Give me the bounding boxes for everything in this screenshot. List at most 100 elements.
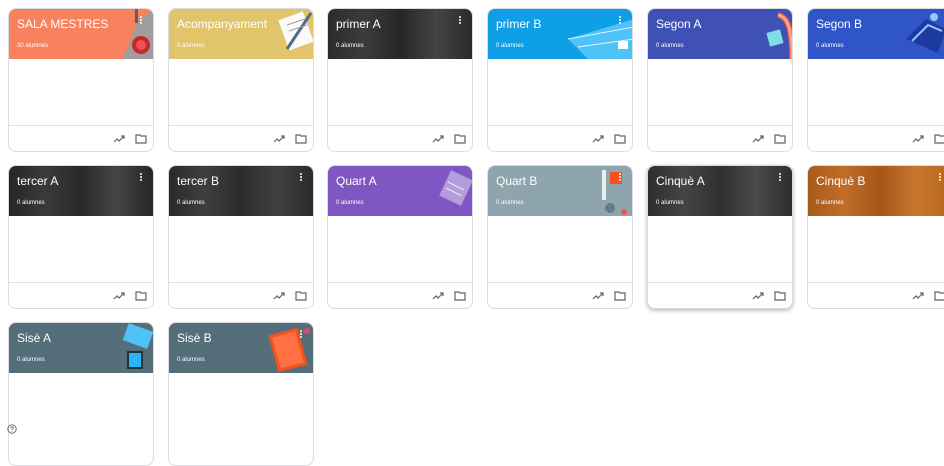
class-banner-art	[906, 13, 944, 53]
class-title[interactable]: Sisè A	[17, 331, 51, 345]
card-footer	[9, 282, 153, 308]
trending-up-icon[interactable]	[752, 134, 764, 144]
trending-up-icon[interactable]	[273, 134, 285, 144]
trending-up-icon[interactable]	[592, 134, 604, 144]
class-title[interactable]: Acompanyament	[177, 17, 267, 31]
trending-up-icon[interactable]	[752, 291, 764, 301]
class-banner-art	[602, 170, 627, 215]
class-card[interactable]: Quart A 0 alumnes	[327, 165, 473, 309]
class-grid: SALA MESTRES 30 alumnes Acompanyament 0 …	[8, 8, 944, 466]
class-card[interactable]: Segon B 0 alumnes	[807, 8, 944, 152]
class-card[interactable]: tercer A 0 alumnes	[8, 165, 154, 309]
class-card-header[interactable]: primer B 0 alumnes	[488, 9, 632, 59]
folder-icon[interactable]	[614, 291, 626, 301]
student-count: 0 alumnes	[336, 200, 364, 206]
folder-icon[interactable]	[295, 134, 307, 144]
class-title[interactable]: tercer A	[17, 174, 58, 188]
folder-icon[interactable]	[934, 291, 944, 301]
card-footer	[648, 282, 792, 308]
class-card[interactable]: Sisè B 0 alumnes	[168, 322, 314, 466]
card-footer	[808, 282, 944, 308]
class-card[interactable]: Quart B 0 alumnes	[487, 165, 633, 309]
class-title[interactable]: Cinquè B	[816, 174, 865, 188]
class-card-header[interactable]: tercer B 0 alumnes	[169, 166, 313, 216]
class-card[interactable]: primer A 0 alumnes	[327, 8, 473, 152]
more-vert-icon[interactable]	[616, 172, 624, 186]
class-card-header[interactable]: tercer A 0 alumnes	[9, 166, 153, 216]
trending-up-icon[interactable]	[113, 291, 125, 301]
more-vert-icon[interactable]	[297, 329, 305, 343]
class-card[interactable]: tercer B 0 alumnes	[168, 165, 314, 309]
class-card-header[interactable]: Sisè B 0 alumnes	[169, 323, 313, 373]
class-card[interactable]: Cinquè B 0 alumnes	[807, 165, 944, 309]
class-card-header[interactable]: Sisè A 0 alumnes	[9, 323, 153, 373]
more-vert-icon[interactable]	[137, 172, 145, 186]
card-footer	[9, 125, 153, 151]
class-card[interactable]: SALA MESTRES 30 alumnes	[8, 8, 154, 152]
card-footer	[169, 125, 313, 151]
card-footer	[169, 282, 313, 308]
folder-icon[interactable]	[774, 134, 786, 144]
student-count: 0 alumnes	[17, 200, 45, 206]
help-icon[interactable]	[7, 424, 17, 434]
class-card-header[interactable]: Cinquè A 0 alumnes	[648, 166, 792, 216]
more-vert-icon[interactable]	[776, 172, 784, 186]
more-vert-icon[interactable]	[936, 172, 944, 186]
class-card-header[interactable]: Segon A 0 alumnes	[648, 9, 792, 59]
folder-icon[interactable]	[454, 291, 466, 301]
class-card-header[interactable]: SALA MESTRES 30 alumnes	[9, 9, 153, 59]
student-count: 0 alumnes	[177, 43, 205, 49]
card-footer	[328, 125, 472, 151]
class-title[interactable]: tercer B	[177, 174, 219, 188]
class-title[interactable]: Quart B	[496, 174, 537, 188]
more-vert-icon[interactable]	[616, 15, 624, 29]
class-title[interactable]: primer B	[496, 17, 541, 31]
trending-up-icon[interactable]	[113, 134, 125, 144]
class-banner-art	[439, 170, 472, 206]
class-title[interactable]: Sisè B	[177, 331, 212, 345]
card-footer	[648, 125, 792, 151]
class-card-header[interactable]: Segon B 0 alumnes	[808, 9, 944, 59]
class-banner-art	[122, 323, 153, 369]
more-vert-icon[interactable]	[137, 15, 145, 29]
class-title[interactable]: primer A	[336, 17, 381, 31]
class-card[interactable]: Segon A 0 alumnes	[647, 8, 793, 152]
trending-up-icon[interactable]	[592, 291, 604, 301]
class-title[interactable]: Cinquè A	[656, 174, 705, 188]
folder-icon[interactable]	[454, 134, 466, 144]
class-card[interactable]: Acompanyament 0 alumnes	[168, 8, 314, 152]
trending-up-icon[interactable]	[273, 291, 285, 301]
more-vert-icon[interactable]	[297, 172, 305, 186]
folder-icon[interactable]	[934, 134, 944, 144]
class-card[interactable]: Cinquè A 0 alumnes	[647, 165, 793, 309]
class-title[interactable]: Quart A	[336, 174, 377, 188]
class-card-header[interactable]: Quart A 0 alumnes	[328, 166, 472, 216]
class-title[interactable]: Segon B	[816, 17, 862, 31]
student-count: 0 alumnes	[177, 200, 205, 206]
trending-up-icon[interactable]	[912, 134, 924, 144]
class-banner-art	[278, 11, 313, 51]
class-card[interactable]: Sisè A 0 alumnes	[8, 322, 154, 466]
trending-up-icon[interactable]	[912, 291, 924, 301]
class-card-header[interactable]: primer A 0 alumnes	[328, 9, 472, 59]
student-count: 0 alumnes	[816, 43, 844, 49]
class-card-header[interactable]: Acompanyament 0 alumnes	[169, 9, 313, 59]
class-card-header[interactable]: Quart B 0 alumnes	[488, 166, 632, 216]
class-title[interactable]: SALA MESTRES	[17, 17, 108, 31]
folder-icon[interactable]	[135, 291, 147, 301]
class-title[interactable]: Segon A	[656, 17, 701, 31]
class-card[interactable]: primer B 0 alumnes	[487, 8, 633, 152]
class-banner-art	[766, 12, 792, 59]
class-banner-art	[268, 327, 310, 373]
card-footer	[328, 282, 472, 308]
student-count: 30 alumnes	[17, 43, 49, 49]
more-vert-icon[interactable]	[456, 15, 464, 29]
trending-up-icon[interactable]	[432, 134, 444, 144]
folder-icon[interactable]	[135, 134, 147, 144]
folder-icon[interactable]	[295, 291, 307, 301]
folder-icon[interactable]	[614, 134, 626, 144]
folder-icon[interactable]	[774, 291, 786, 301]
student-count: 0 alumnes	[17, 357, 45, 363]
trending-up-icon[interactable]	[432, 291, 444, 301]
class-card-header[interactable]: Cinquè B 0 alumnes	[808, 166, 944, 216]
